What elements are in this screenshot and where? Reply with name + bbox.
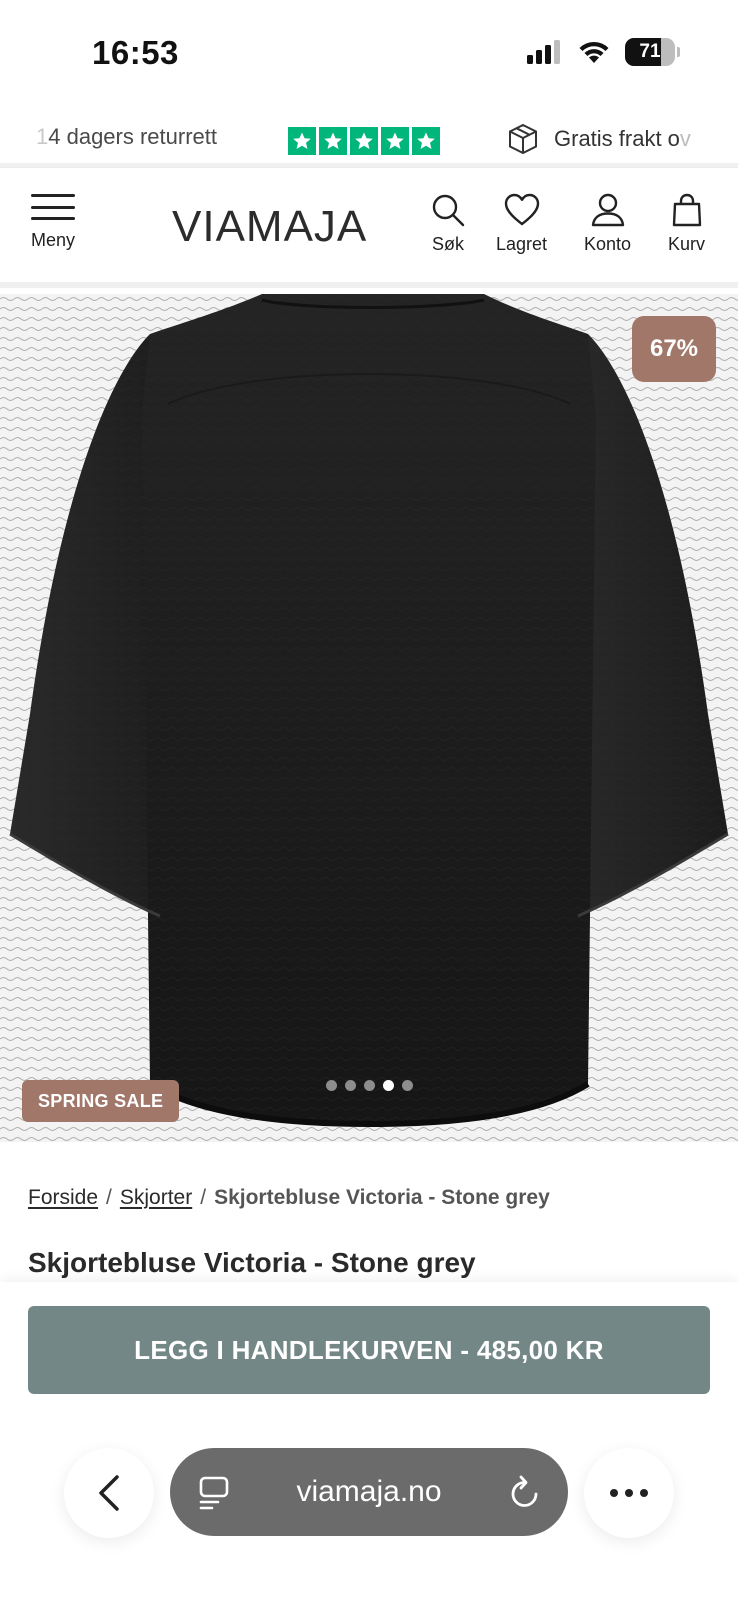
add-to-cart-button[interactable]: LEGG I HANDLEKURVEN - 485,00 KR	[28, 1306, 710, 1394]
menu-label: Meny	[30, 230, 75, 250]
usp-returns: 14 dagers returrett	[36, 124, 217, 150]
usp-shipping: Gratis frakt ov	[506, 122, 691, 156]
cellular-signal-icon	[527, 40, 560, 64]
cart-label: Kurv	[668, 234, 706, 254]
user-icon	[591, 193, 624, 227]
search-icon	[432, 194, 465, 227]
breadcrumb: Forside / Skjorter / Skjortebluse Victoria -…	[28, 1186, 550, 1210]
trustpilot-star-icon	[412, 127, 440, 155]
gallery-dot[interactable]	[383, 1080, 394, 1091]
product-image	[0, 294, 738, 1142]
trustpilot-star-icon	[381, 127, 409, 155]
breadcrumb-current: Skjortebluse Victoria - Stone grey	[214, 1186, 550, 1209]
battery-tip	[677, 47, 680, 57]
status-icons: 71	[527, 38, 680, 66]
spring-sale-badge: SPRING SALE	[22, 1080, 180, 1122]
gallery-pagination[interactable]	[326, 1080, 413, 1091]
package-icon	[509, 123, 537, 155]
site-header: Meny VIAMAJA Søk Lagret Konto Kurv	[0, 172, 738, 288]
account-label: Konto	[584, 234, 632, 254]
status-bar: 16:53 71	[0, 0, 738, 110]
cart-button[interactable]: Kurv	[668, 192, 705, 255]
account-button[interactable]: Konto	[584, 192, 631, 255]
product-page: 16:53 71 14 dagers returrett Gratis frak…	[0, 0, 738, 1600]
usp-ticker: 14 dagers returrett Gratis frakt ov	[0, 110, 738, 168]
trustpilot-star-icon	[350, 127, 378, 155]
saved-button[interactable]: Lagret	[496, 192, 547, 255]
breadcrumb-home[interactable]: Forside	[28, 1186, 98, 1209]
breadcrumb-category[interactable]: Skjorter	[120, 1186, 192, 1209]
browser-more-button[interactable]	[584, 1448, 674, 1538]
usp-shipping-main: Gratis frakt o	[554, 126, 680, 151]
search-label: Søk	[431, 234, 464, 254]
heart-icon	[504, 193, 539, 226]
breadcrumb-separator: /	[200, 1186, 207, 1209]
wifi-icon	[579, 41, 609, 63]
search-button[interactable]: Søk	[430, 192, 466, 255]
gallery-dot[interactable]	[402, 1080, 413, 1091]
trustpilot-star-icon	[288, 127, 316, 155]
site-logo[interactable]: VIAMAJA	[172, 202, 367, 252]
gallery-dot[interactable]	[326, 1080, 337, 1091]
sticky-cart-bar: LEGG I HANDLEKURVEN - 485,00 KR	[0, 1282, 738, 1600]
more-icon	[610, 1489, 648, 1497]
usp-returns-fade: 1	[36, 124, 49, 149]
address-bar[interactable]: viamaja.no	[170, 1448, 568, 1536]
chevron-left-icon	[99, 1475, 119, 1511]
usp-shipping-text: Gratis frakt ov	[554, 126, 691, 152]
trustpilot-star-icon	[319, 127, 347, 155]
breadcrumb-separator: /	[106, 1186, 112, 1209]
gallery-dot[interactable]	[364, 1080, 375, 1091]
reload-icon[interactable]	[508, 1474, 542, 1510]
status-time: 16:53	[92, 34, 179, 71]
shopping-bag-icon	[672, 193, 701, 227]
usp-shipping-fade: v	[679, 126, 691, 151]
trustpilot-rating[interactable]	[288, 127, 440, 155]
product-image-gallery[interactable]: 67% SPRING SALE	[0, 294, 738, 1142]
menu-button[interactable]: Meny	[26, 194, 80, 251]
browser-back-button[interactable]	[64, 1448, 154, 1538]
product-title: Skjortebluse Victoria - Stone grey	[28, 1247, 476, 1278]
gallery-dot[interactable]	[345, 1080, 356, 1091]
battery-percent: 71	[639, 41, 661, 62]
discount-badge: 67%	[632, 316, 716, 382]
usp-returns-text: 4 dagers returrett	[48, 124, 217, 149]
saved-label: Lagret	[496, 234, 548, 254]
battery-icon: 71	[625, 38, 675, 66]
hamburger-icon	[31, 194, 75, 220]
